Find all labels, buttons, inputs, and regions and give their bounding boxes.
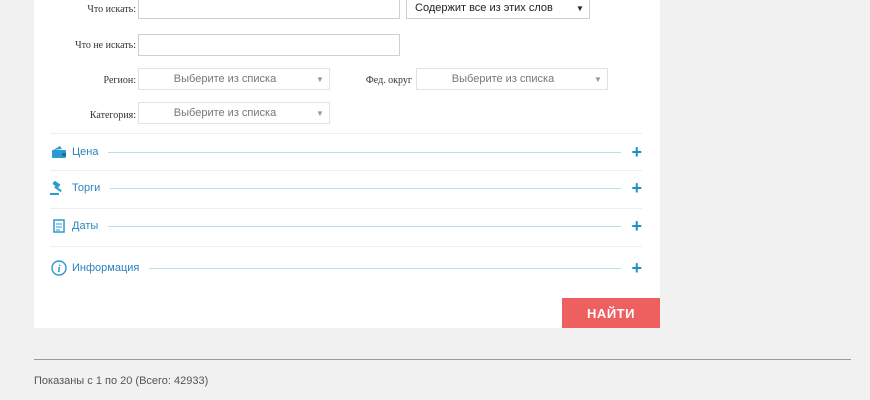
document-icon (50, 218, 68, 234)
section-auction-label: Торги (72, 182, 101, 194)
region-value: Выберите из списка (173, 73, 277, 85)
caret-down-icon: ▼ (576, 3, 584, 13)
find-button[interactable]: НАЙТИ (562, 298, 660, 328)
caret-down-icon: ▼ (316, 74, 324, 84)
divider-line (108, 151, 622, 153)
expand-plus-icon[interactable]: + (631, 259, 642, 277)
section-price-toggle[interactable]: Цена + (50, 140, 642, 164)
divider (50, 133, 642, 134)
results-summary: Показаны с 1 по 20 (Всего: 42933) (34, 375, 209, 387)
info-icon: i (50, 260, 68, 276)
what-search-label: Что искать: (87, 4, 136, 15)
region-select[interactable]: Выберите из списка ▼ (138, 68, 330, 90)
section-auction-toggle[interactable]: Торги + (50, 176, 642, 200)
expand-plus-icon[interactable]: + (631, 179, 642, 197)
svg-text:i: i (57, 263, 61, 275)
expand-plus-icon[interactable]: + (631, 143, 642, 161)
divider (50, 170, 642, 171)
gavel-icon (50, 180, 68, 196)
divider-line (108, 225, 622, 227)
divider-line (149, 267, 622, 269)
caret-down-icon: ▼ (316, 108, 324, 118)
exclude-label: Что не искать: (75, 40, 136, 51)
divider (50, 246, 642, 247)
section-info-label: Информация (72, 262, 140, 274)
section-dates-label: Даты (72, 220, 99, 232)
divider-line (110, 187, 622, 189)
match-mode-select[interactable]: Содержит все из этих слов ▼ (406, 0, 590, 19)
section-price-label: Цена (72, 146, 99, 158)
match-mode-value: Содержит все из этих слов (415, 2, 553, 14)
section-info-toggle[interactable]: i Информация + (50, 256, 642, 280)
what-search-input[interactable] (138, 0, 400, 19)
caret-down-icon: ▼ (594, 74, 602, 84)
divider (50, 208, 642, 209)
results-divider (34, 359, 851, 360)
section-dates-toggle[interactable]: Даты + (50, 214, 642, 238)
exclude-input[interactable] (138, 34, 400, 56)
district-value: Выберите из списка (451, 73, 555, 85)
district-label: Фед. округ (365, 75, 412, 86)
wallet-icon (50, 144, 68, 160)
category-value: Выберите из списка (173, 107, 277, 119)
category-select[interactable]: Выберите из списка ▼ (138, 102, 330, 124)
district-select[interactable]: Выберите из списка ▼ (416, 68, 608, 90)
expand-plus-icon[interactable]: + (631, 217, 642, 235)
region-label: Регион: (103, 75, 136, 86)
category-label: Категория: (89, 110, 136, 121)
